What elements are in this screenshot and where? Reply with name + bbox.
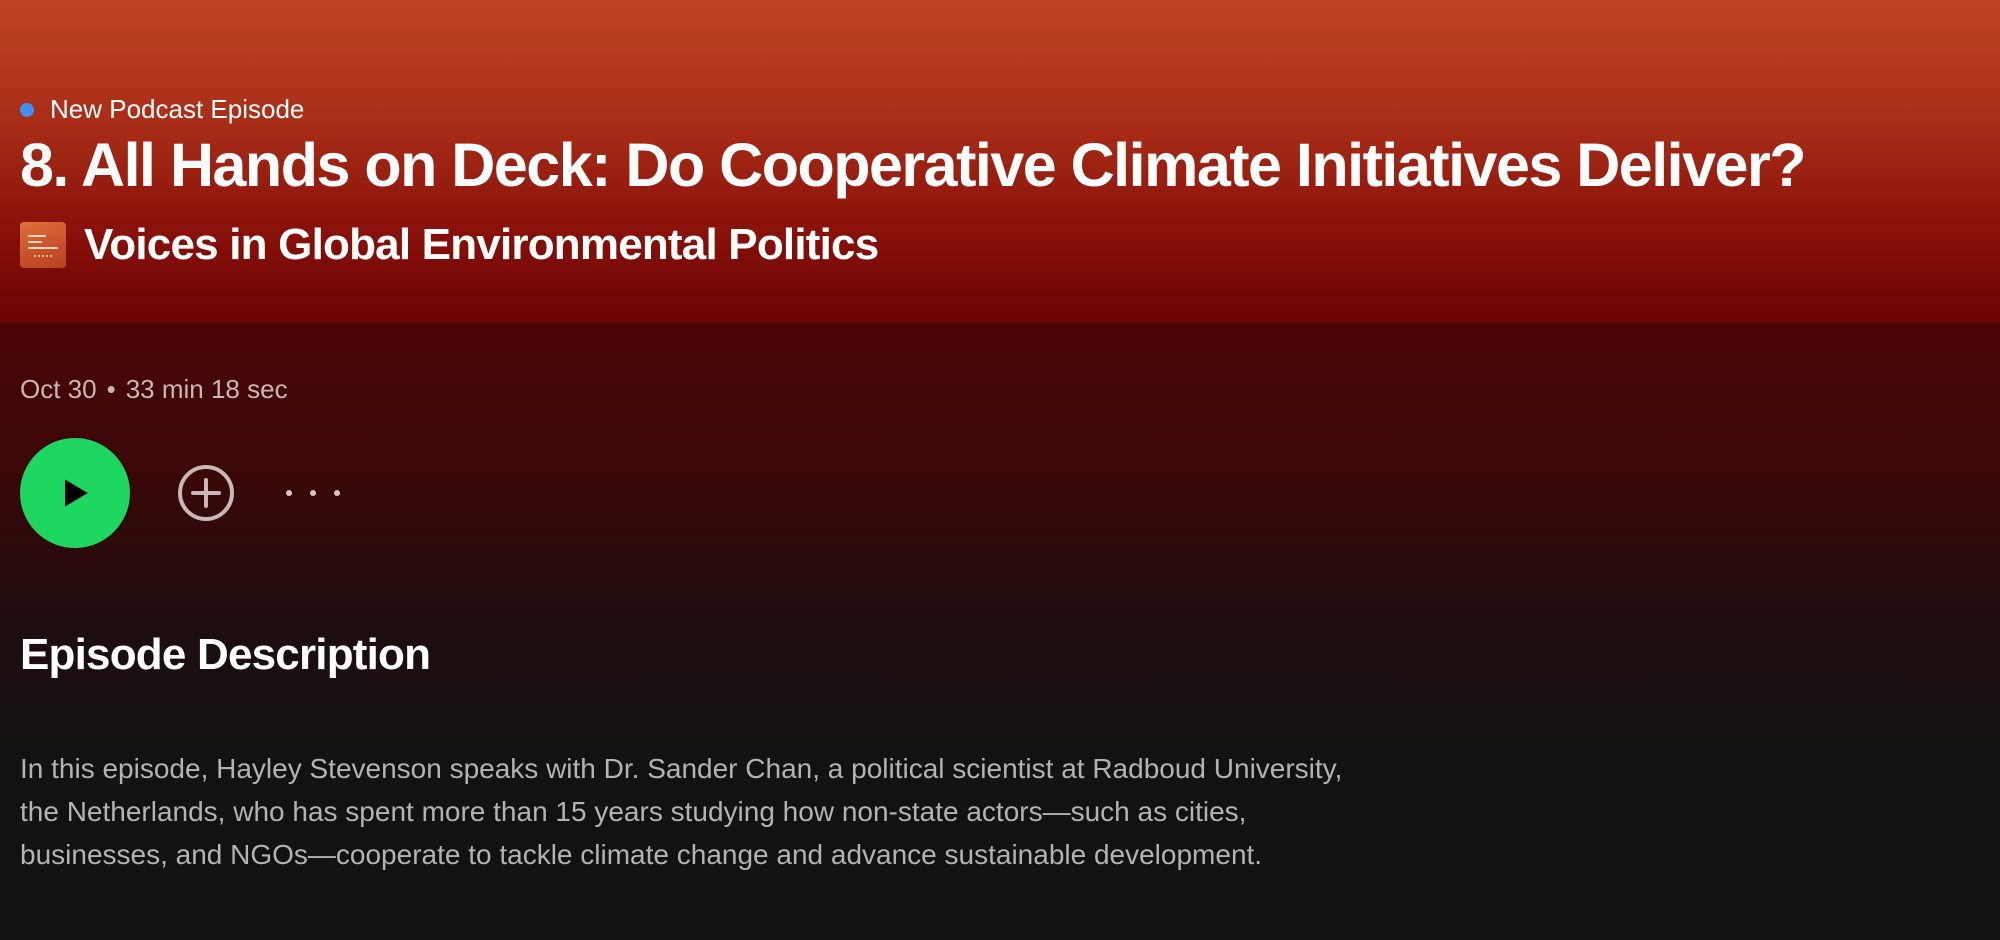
new-indicator-dot (20, 102, 34, 117)
episode-duration: 33 min 18 sec (125, 374, 288, 404)
show-link[interactable]: Voices in Global Environmental Politics (20, 220, 879, 270)
episode-kicker: New Podcast Episode (20, 94, 304, 125)
play-icon (65, 479, 88, 507)
show-cover-art[interactable] (20, 222, 66, 268)
plus-circle-icon (178, 465, 234, 521)
episode-title: 8. All Hands on Deck: Do Cooperative Cli… (20, 131, 1806, 199)
description-body: In this episode, Hayley Stevenson speaks… (20, 753, 1343, 870)
description-heading: Episode Description (20, 630, 431, 679)
play-button[interactable] (20, 438, 130, 548)
episode-hero-header: New Podcast Episode 8. All Hands on Deck… (0, 0, 2000, 323)
more-options-button[interactable] (286, 478, 340, 508)
episode-page: New Podcast Episode 8. All Hands on Deck… (0, 0, 2000, 940)
show-name[interactable]: Voices in Global Environmental Politics (84, 220, 879, 270)
episode-date: Oct 30 (20, 374, 97, 404)
more-horizontal-icon (286, 490, 292, 496)
episode-action-bar (20, 438, 340, 548)
meta-separator: • (106, 374, 116, 404)
add-to-library-button[interactable] (176, 463, 236, 523)
episode-meta: Oct 30 • 33 min 18 sec (20, 374, 288, 405)
kicker-label: New Podcast Episode (50, 94, 305, 124)
